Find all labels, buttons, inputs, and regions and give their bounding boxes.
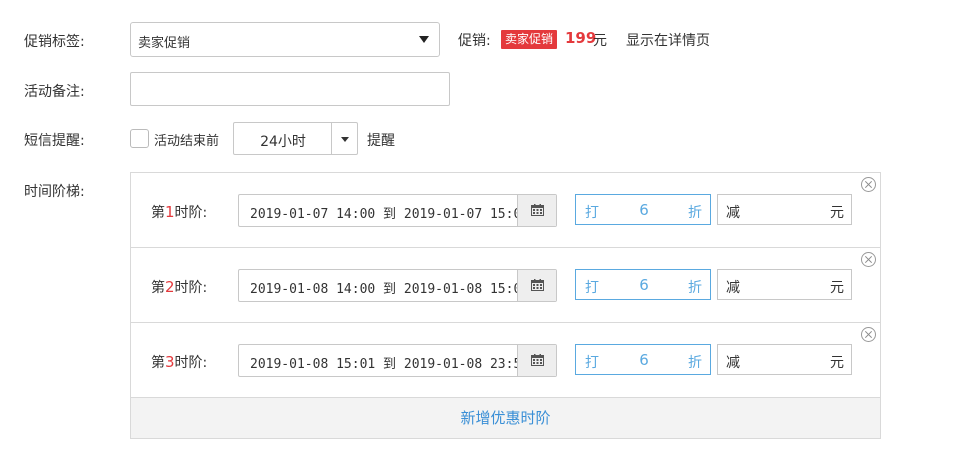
tier-discount-input[interactable]: 打 6 折 [575, 344, 711, 375]
tier-number: 3 [165, 353, 175, 371]
caret-down-icon[interactable] [341, 137, 349, 142]
tier-row: 第2时阶: 2019-01-08 14:00 到 2019-01-08 15:0… [131, 248, 880, 323]
tier-reduce-input[interactable]: 减 元 [717, 194, 852, 225]
tier-discount-input[interactable]: 打 6 折 [575, 269, 711, 300]
sms-reminder-suffix: 提醒 [367, 133, 395, 149]
time-tiers-label: 时间阶梯: [24, 184, 85, 200]
discount-suffix: 折 [688, 280, 702, 296]
sms-reminder-label: 短信提醒: [24, 133, 85, 149]
reminder-hours-select[interactable]: 24小时 [233, 122, 358, 155]
close-circle-icon[interactable] [861, 177, 876, 192]
tier-reduce-input[interactable]: 减 元 [717, 344, 852, 375]
discount-suffix: 折 [688, 205, 702, 221]
promo-tag-label: 促销标签: [24, 34, 85, 50]
promo-show-detail-text: 显示在详情页 [626, 33, 710, 49]
tier-title: 第2时阶: [151, 278, 208, 296]
close-circle-icon[interactable] [861, 252, 876, 267]
reduce-suffix: 元 [830, 280, 844, 296]
calendar-button[interactable] [517, 195, 556, 226]
promo-price: 199 [565, 29, 597, 47]
discount-suffix: 折 [688, 355, 702, 371]
select-divider [331, 123, 332, 154]
promo-price-unit: 元 [593, 33, 607, 49]
reminder-hours-value: 24小时 [260, 134, 306, 150]
add-tier-button[interactable]: 新增优惠时阶 [131, 398, 880, 438]
tier-title: 第3时阶: [151, 353, 208, 371]
caret-down-icon [419, 36, 429, 43]
tier-date-range-input[interactable]: 2019-01-07 14:00 到 2019-01-07 15:00 [238, 194, 557, 227]
calendar-button[interactable] [517, 270, 556, 301]
tier-date-range-input[interactable]: 2019-01-08 14:00 到 2019-01-08 15:00 [238, 269, 557, 302]
tier-date-range-input[interactable]: 2019-01-08 15:01 到 2019-01-08 23:59 [238, 344, 557, 377]
tier-date-range-text: 2019-01-08 14:00 到 2019-01-08 15:00 [250, 282, 530, 297]
promo-tag-selected-value: 卖家促销 [138, 36, 191, 51]
calendar-icon [531, 204, 544, 216]
calendar-button[interactable] [517, 345, 556, 376]
reduce-prefix: 减 [726, 205, 740, 221]
tier-number: 1 [165, 203, 175, 221]
tier-discount-input[interactable]: 打 6 折 [575, 194, 711, 225]
time-tiers-panel: 第1时阶: 2019-01-07 14:00 到 2019-01-07 15:0… [130, 172, 881, 439]
reduce-prefix: 减 [726, 280, 740, 296]
activity-note-input[interactable] [130, 72, 450, 106]
sms-reminder-checkbox[interactable] [130, 129, 149, 148]
tier-row: 第1时阶: 2019-01-07 14:00 到 2019-01-07 15:0… [131, 173, 880, 248]
calendar-icon [531, 279, 544, 291]
sms-reminder-checkbox-label[interactable]: 活动结束前 [154, 130, 219, 149]
promo-tag-select[interactable]: 卖家促销 [130, 22, 440, 57]
tier-number: 2 [165, 278, 175, 296]
tier-row: 第3时阶: 2019-01-08 15:01 到 2019-01-08 23:5… [131, 323, 880, 398]
promo-preview-prefix: 促销: [458, 33, 491, 49]
tier-reduce-input[interactable]: 减 元 [717, 269, 852, 300]
reduce-prefix: 减 [726, 355, 740, 371]
tier-title: 第1时阶: [151, 203, 208, 221]
tier-date-range-text: 2019-01-07 14:00 到 2019-01-07 15:00 [250, 207, 530, 222]
reduce-suffix: 元 [830, 355, 844, 371]
close-circle-icon[interactable] [861, 327, 876, 342]
promo-badge: 卖家促销 [501, 30, 558, 49]
reduce-suffix: 元 [830, 205, 844, 221]
activity-note-label: 活动备注: [24, 84, 85, 100]
tier-date-range-text: 2019-01-08 15:01 到 2019-01-08 23:59 [250, 357, 530, 372]
calendar-icon [531, 354, 544, 366]
